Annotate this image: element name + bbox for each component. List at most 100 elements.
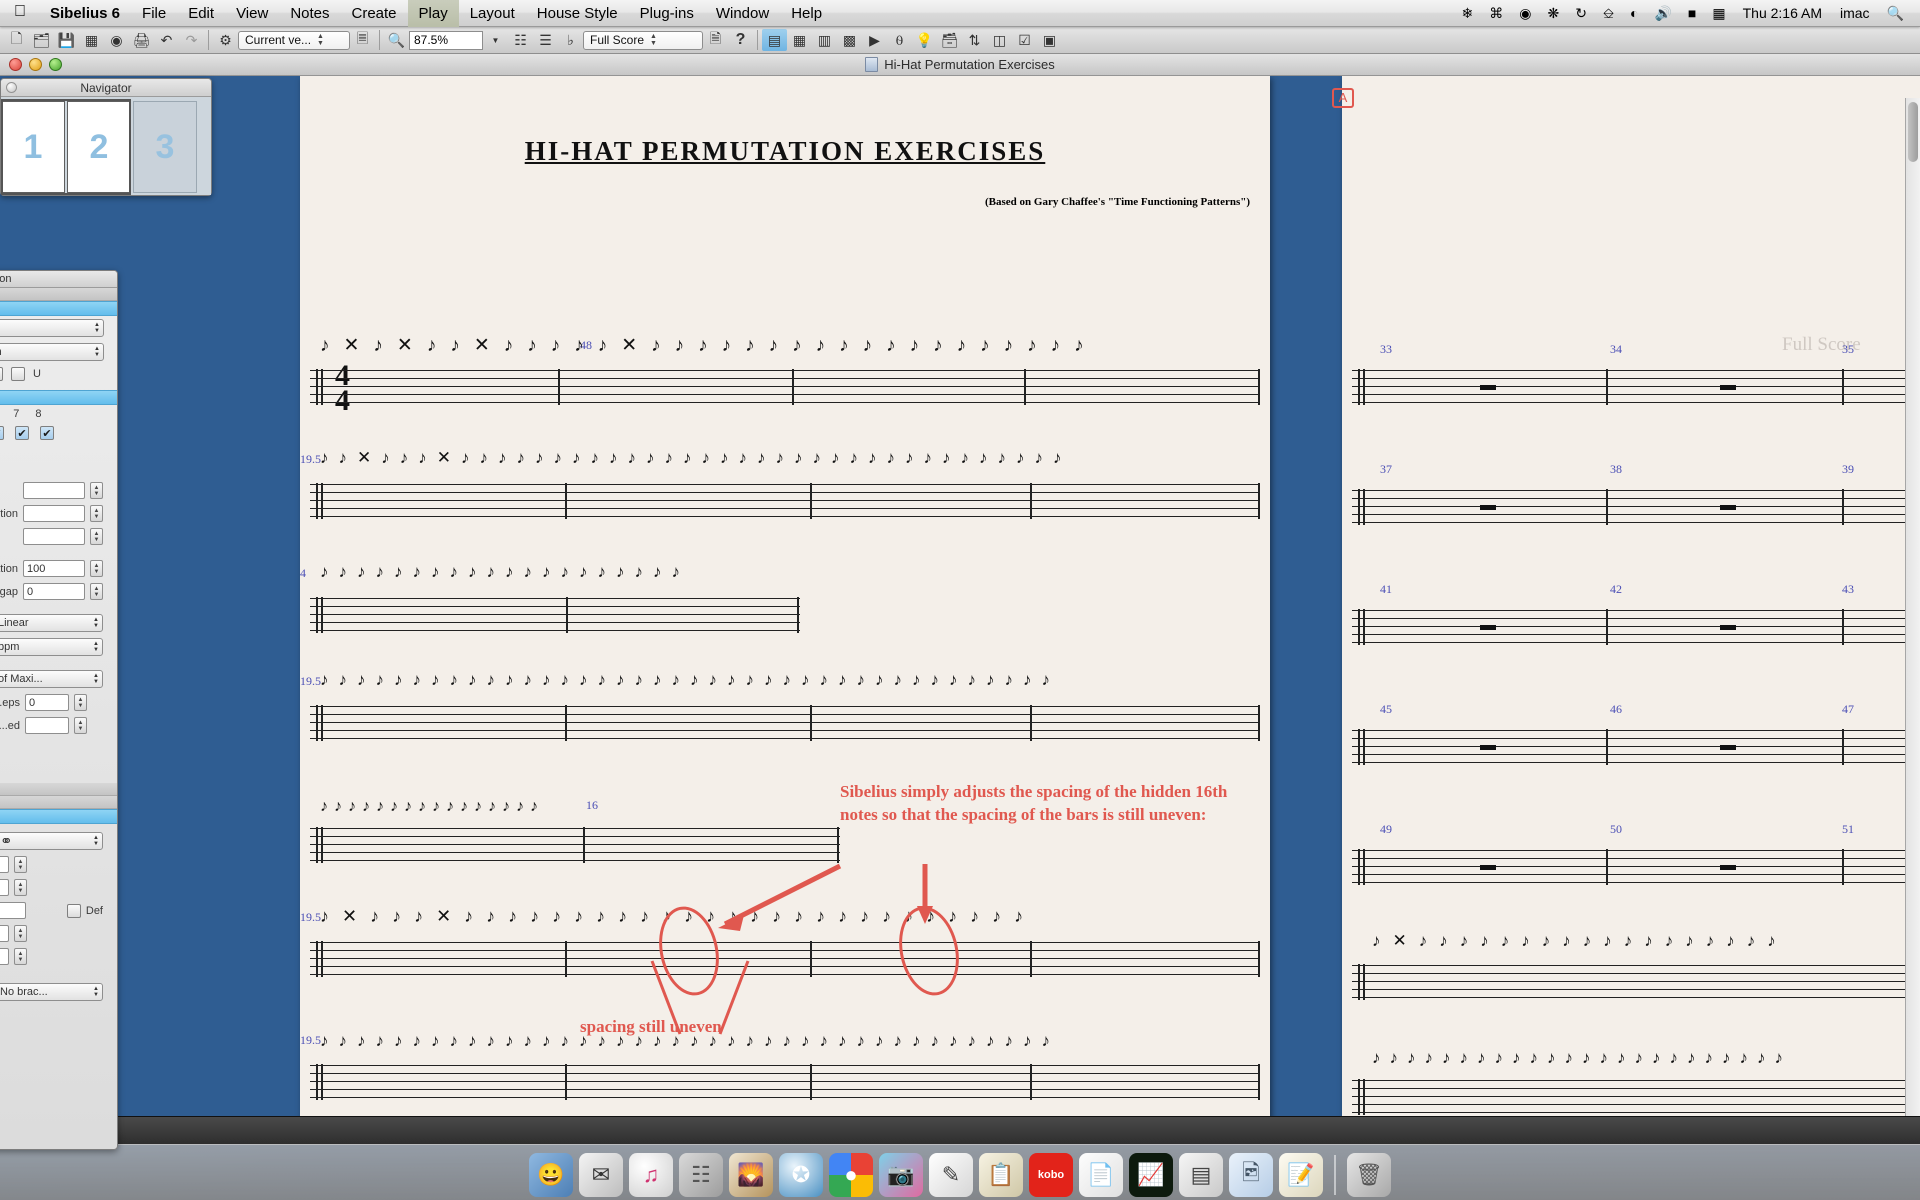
save-icon[interactable]: 💾 bbox=[54, 29, 79, 51]
menu-clock[interactable]: Thu 2:16 AM bbox=[1734, 5, 1831, 21]
field-c[interactable] bbox=[23, 528, 85, 545]
menu-user-name[interactable]: imac bbox=[1831, 5, 1879, 21]
scrollbar-thumb[interactable] bbox=[1908, 102, 1918, 162]
navigator-body[interactable]: 1 2 3 bbox=[1, 97, 211, 195]
menu-item-edit[interactable]: Edit bbox=[177, 0, 225, 27]
transport-icon[interactable]: ⇅ bbox=[962, 29, 987, 51]
export-icon[interactable]: ▦ bbox=[79, 29, 104, 51]
mixer-panel-icon[interactable]: ⍬ bbox=[887, 29, 912, 51]
photobooth-icon[interactable]: 📷 bbox=[879, 1153, 923, 1197]
command-icon[interactable]: ⌘ bbox=[1481, 0, 1511, 27]
steps-stepper[interactable]: ▲ ▼ bbox=[74, 694, 87, 711]
parts-icon[interactable]: 🗎 bbox=[703, 29, 728, 51]
transposing-score-icon[interactable]: ♭ bbox=[558, 29, 583, 51]
menu-item-help[interactable]: Help bbox=[780, 0, 833, 27]
properties-section-notes[interactable] bbox=[0, 390, 117, 405]
wifi-icon[interactable]: ◐ bbox=[1622, 0, 1646, 27]
preview-icon[interactable]: 🖻 bbox=[1229, 1153, 1273, 1197]
steps-field[interactable]: 0 bbox=[25, 694, 69, 711]
line-field-d[interactable]: 0 bbox=[0, 925, 9, 942]
line-field-e[interactable]: 0 bbox=[0, 948, 9, 965]
bracket-dropdown[interactable]: No brac... ▲ ▼ bbox=[0, 983, 103, 1001]
line-stepper-b[interactable]: ▲ ▼ bbox=[14, 879, 27, 896]
spaces-icon[interactable]: ☷ bbox=[679, 1153, 723, 1197]
fretboard-panel-icon[interactable]: ▩ bbox=[837, 29, 862, 51]
new-score-icon[interactable]: 🗋 bbox=[4, 29, 29, 51]
redo-icon[interactable]: ↷ bbox=[179, 29, 204, 51]
field-b[interactable] bbox=[23, 505, 85, 522]
apple-icon[interactable]:  bbox=[0, 4, 39, 20]
vertical-scrollbar[interactable] bbox=[1905, 98, 1920, 1144]
itunes-icon[interactable]: ♫ bbox=[629, 1153, 673, 1197]
cloud-app-icon[interactable]: ❋ bbox=[1539, 0, 1567, 27]
volume-icon[interactable]: 🔊 bbox=[1646, 0, 1679, 27]
stepper-c[interactable]: ▲ ▼ bbox=[90, 528, 103, 545]
line-stepper-a[interactable]: ▲ ▼ bbox=[14, 856, 27, 873]
stepper-a[interactable]: ▲ ▼ bbox=[90, 482, 103, 499]
version-settings-icon[interactable]: ⚙ bbox=[213, 29, 238, 51]
close-button[interactable] bbox=[9, 58, 22, 71]
notes-icon[interactable]: 📝 bbox=[1279, 1153, 1323, 1197]
score-page-1[interactable]: HI-HAT PERMUTATION EXERCISES (Based on G… bbox=[300, 76, 1270, 1144]
navigator-panel[interactable]: Navigator 1 2 3 bbox=[0, 78, 212, 196]
default-checkbox[interactable] bbox=[66, 903, 81, 918]
menu-item-layout[interactable]: Layout bbox=[459, 0, 526, 27]
properties-panel-icon[interactable]: ◫ bbox=[987, 29, 1012, 51]
line-stepper-d[interactable]: ▲ ▼ bbox=[14, 925, 27, 942]
burn-cd-icon[interactable]: ◉ bbox=[104, 29, 129, 51]
panorama-icon[interactable]: ☷ bbox=[508, 29, 533, 51]
field-a[interactable] bbox=[23, 482, 85, 499]
font-dropdown[interactable]: ...man ▲▼ bbox=[0, 343, 104, 361]
navigator-panel-icon[interactable]: ▦ bbox=[787, 29, 812, 51]
menu-item-notes[interactable]: Notes bbox=[279, 0, 340, 27]
battery-icon[interactable]: ■ bbox=[1680, 0, 1704, 27]
line-field-c[interactable]: 0 bbox=[0, 902, 26, 919]
sticky-note-icon[interactable]: 🗏 bbox=[350, 29, 375, 51]
focus-on-staves-icon[interactable]: ☰ bbox=[533, 29, 558, 51]
spotlight-settings-icon[interactable]: ◉ bbox=[1511, 0, 1539, 27]
menu-item-window[interactable]: Window bbox=[705, 0, 780, 27]
navigator-page-2[interactable]: 2 bbox=[67, 101, 131, 193]
kobo-icon[interactable]: kobo bbox=[1029, 1153, 1073, 1197]
undo-icon[interactable]: ↶ bbox=[154, 29, 179, 51]
time-machine-icon[interactable]: ↻ bbox=[1567, 0, 1595, 27]
menu-app-name[interactable]: Sibelius 6 bbox=[39, 0, 131, 27]
ed-field[interactable] bbox=[25, 717, 69, 734]
finder-icon[interactable]: 😀 bbox=[529, 1153, 573, 1197]
menu-item-play[interactable]: Play bbox=[407, 0, 459, 27]
safari-icon[interactable]: ✪ bbox=[779, 1153, 823, 1197]
gap-field[interactable]: 0 bbox=[23, 583, 85, 600]
unit-dropdown[interactable]: bpm ▲ ▼ bbox=[0, 638, 103, 656]
slur-dropdown[interactable]: ⚭ ▲ ▼ bbox=[0, 832, 103, 850]
duration-stepper[interactable]: ▲ ▼ bbox=[90, 560, 103, 577]
properties-panel[interactable]: ...ection ▲▼ ...man ▲▼ B I U 5 6 7 8 ✔ ✔… bbox=[0, 270, 118, 1150]
navigator-page-3[interactable]: 3 bbox=[133, 101, 197, 193]
line-stepper-e[interactable]: ▲ ▼ bbox=[14, 948, 27, 965]
ed-stepper[interactable]: ▲ ▼ bbox=[74, 717, 87, 734]
help-icon[interactable]: ? bbox=[728, 29, 753, 51]
navigator-page-1[interactable]: 1 bbox=[1, 101, 65, 193]
gap-stepper[interactable]: ▲ ▼ bbox=[90, 583, 103, 600]
properties-section-lines[interactable] bbox=[0, 809, 117, 824]
iphoto-icon[interactable]: 🌄 bbox=[729, 1153, 773, 1197]
score-scroll-area[interactable]: HI-HAT PERMUTATION EXERCISES (Based on G… bbox=[0, 76, 1920, 1144]
close-icon[interactable] bbox=[6, 82, 17, 93]
calculator-icon[interactable]: ▤ bbox=[1179, 1153, 1223, 1197]
menu-item-create[interactable]: Create bbox=[341, 0, 408, 27]
menu-item-plug-ins[interactable]: Plug-ins bbox=[629, 0, 705, 27]
ideas-panel-icon[interactable]: 💡 bbox=[912, 29, 937, 51]
print-icon[interactable]: 🖨 bbox=[129, 29, 154, 51]
menu-item-house-style[interactable]: House Style bbox=[526, 0, 629, 27]
zoom-input[interactable]: 87.5% bbox=[409, 30, 483, 50]
italic-toggle[interactable]: I bbox=[0, 367, 3, 381]
line-field-b[interactable] bbox=[0, 879, 9, 896]
line-field-a[interactable]: 0 bbox=[0, 856, 9, 873]
voice-checkbox-8[interactable]: ✔ bbox=[40, 426, 54, 440]
properties-section-general[interactable] bbox=[0, 301, 117, 316]
trash-icon[interactable]: 🗑 bbox=[1347, 1153, 1391, 1197]
keyboard-panel-icon[interactable]: ▥ bbox=[812, 29, 837, 51]
minimize-button[interactable] bbox=[29, 58, 42, 71]
zoom-button[interactable] bbox=[49, 58, 62, 71]
score-page-2[interactable]: Full Score 33 34 35 37 38 39 41 42 43 45… bbox=[1332, 76, 1920, 1144]
menu-item-view[interactable]: View bbox=[225, 0, 279, 27]
